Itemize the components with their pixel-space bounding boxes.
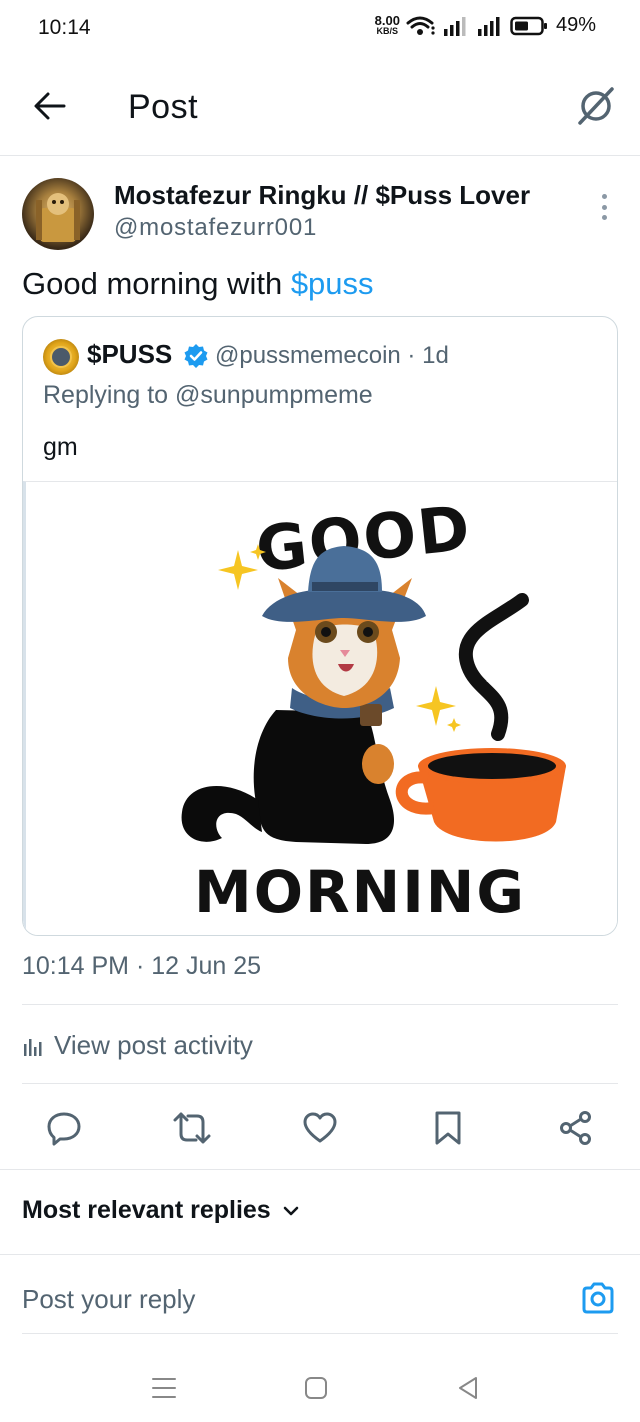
signal-icon-2 <box>477 16 500 36</box>
more-options-button[interactable] <box>592 190 616 224</box>
status-bar: 10:14 8.00 KB/S 49% <box>0 0 640 56</box>
post-text-body: Good morning with <box>22 266 291 301</box>
signal-icon-1 <box>443 16 466 36</box>
reply-button[interactable] <box>40 1104 88 1152</box>
app-header: Post <box>0 56 640 156</box>
battery-percent: 49% <box>555 14 596 36</box>
bookmark-button[interactable] <box>424 1104 472 1152</box>
quoted-author-name: $PUSS <box>87 339 173 369</box>
quoted-replying-to: Replying to @sunpumpmeme <box>43 381 373 409</box>
author-handle[interactable]: @mostafezurr001 <box>114 214 317 242</box>
repost-button[interactable] <box>168 1104 216 1152</box>
activity-label: View post activity <box>54 1030 253 1060</box>
wifi-icon <box>406 16 435 35</box>
quoted-post-card[interactable]: $PUSS @pussmemecoin · 1d Replying to @su… <box>22 316 618 936</box>
divider <box>0 1254 640 1255</box>
more-dot-icon <box>601 204 607 210</box>
bookmark-icon <box>435 1111 461 1145</box>
verified-badge-icon <box>184 344 208 368</box>
status-icons: 8.00 KB/S 49% <box>375 14 596 37</box>
system-back-button[interactable] <box>450 1370 486 1406</box>
quoted-image[interactable]: GOOD MORNING <box>23 481 617 935</box>
back-arrow-icon <box>34 92 66 120</box>
quoted-text: gm <box>43 433 78 461</box>
network-speed-unit: KB/S <box>376 26 399 36</box>
image-bottom-text: MORNING <box>194 858 526 926</box>
back-button[interactable] <box>30 86 70 126</box>
battery-icon <box>510 16 547 35</box>
chevron-down-icon <box>283 1206 299 1215</box>
home-button[interactable] <box>298 1370 334 1406</box>
quoted-handle-time: @pussmemecoin · 1d <box>215 342 449 369</box>
page-title: Post <box>128 88 199 126</box>
sort-label: Most relevant replies <box>22 1196 271 1224</box>
reply-sort-dropdown[interactable]: Most relevant replies <box>22 1196 301 1225</box>
analytics-icon <box>24 1038 42 1056</box>
action-bar <box>0 1104 640 1152</box>
cashtag-link[interactable]: $puss <box>291 266 374 301</box>
share-icon <box>560 1111 591 1145</box>
good-morning-cat-image: GOOD MORNING <box>181 491 566 926</box>
author-avatar[interactable] <box>22 178 94 250</box>
post-text: Good morning with $puss <box>22 266 374 302</box>
view-post-activity-link[interactable]: View post activity <box>22 1030 253 1061</box>
quoted-avatar <box>43 339 79 375</box>
more-dot-icon <box>601 194 607 199</box>
avatar-image <box>36 193 80 242</box>
reply-input[interactable] <box>22 1284 522 1315</box>
grok-button[interactable] <box>574 84 618 128</box>
divider <box>22 1004 618 1005</box>
share-button[interactable] <box>552 1104 600 1152</box>
divider <box>0 1169 640 1170</box>
divider <box>22 1333 618 1334</box>
status-time: 10:14 <box>38 16 91 39</box>
more-dot-icon <box>601 215 607 220</box>
menu-lines-icon <box>152 1378 176 1398</box>
network-speed: 8.00 KB/S <box>374 13 400 36</box>
post-timestamp: 10:14 PM · 12 Jun 25 <box>22 952 262 980</box>
like-button[interactable] <box>296 1104 344 1152</box>
system-nav-bar <box>0 1352 640 1422</box>
network-speed-value: 8.00 <box>374 13 400 28</box>
author-name[interactable]: Mostafezur Ringku // $Puss Lover <box>114 180 530 211</box>
back-triangle-icon <box>459 1377 477 1399</box>
repost-icon <box>173 1112 211 1144</box>
camera-icon[interactable] <box>580 1280 616 1316</box>
divider <box>22 1083 618 1084</box>
reply-icon <box>47 1112 81 1146</box>
recent-apps-button[interactable] <box>146 1370 182 1406</box>
grok-icon <box>578 87 614 125</box>
heart-icon <box>303 1112 337 1143</box>
home-square-icon <box>305 1377 327 1399</box>
